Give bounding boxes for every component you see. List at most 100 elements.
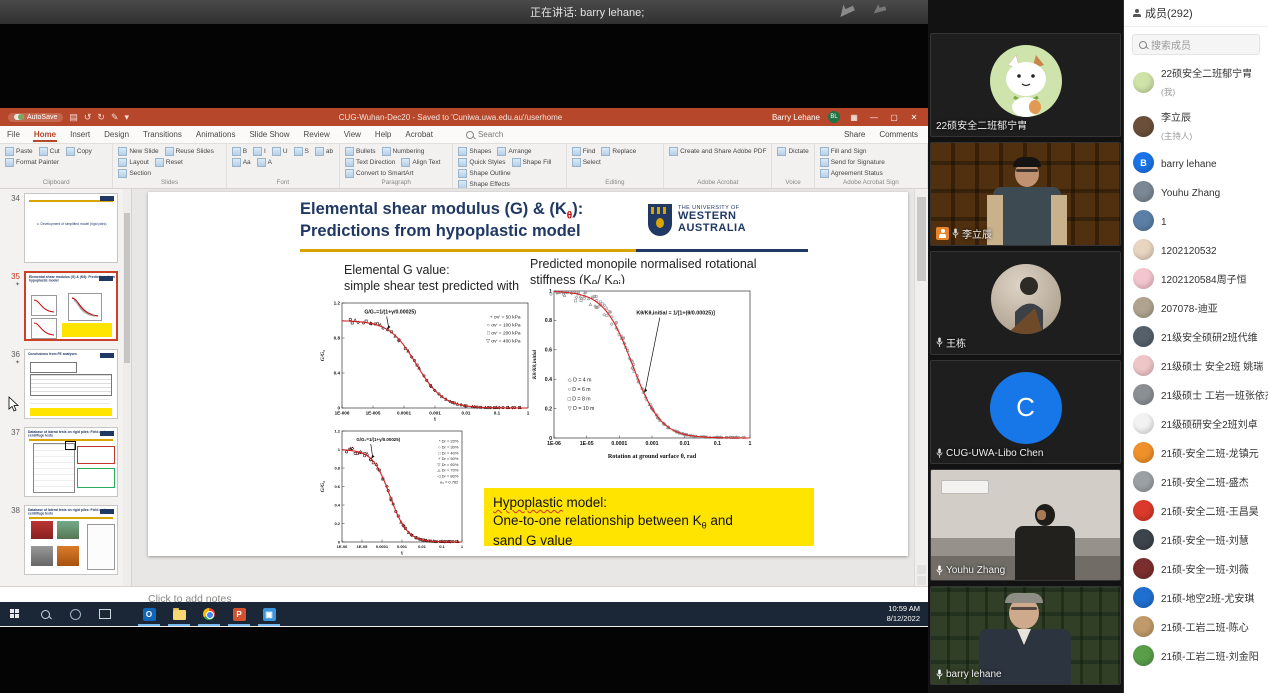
ribbon-item[interactable]: Dictate xyxy=(777,147,808,156)
autosave-toggle[interactable]: AutoSave xyxy=(8,113,63,122)
taskbar-outlook-icon[interactable]: O xyxy=(134,602,164,626)
ribbon-item[interactable]: B xyxy=(232,147,247,156)
start-button[interactable] xyxy=(0,602,30,626)
ribbon-item[interactable]: New Slide xyxy=(118,147,158,156)
ribbon-item[interactable]: Create and Share Adobe PDF xyxy=(669,147,766,156)
ribbon-item[interactable]: Format Painter xyxy=(5,158,59,167)
ribbon-item[interactable]: Shape Fill xyxy=(512,158,552,167)
ribbon-item[interactable]: U xyxy=(272,147,288,156)
ribbon-options-icon[interactable]: ▦ xyxy=(848,113,860,122)
member-row[interactable]: 21硕-地空2班-尤安琪 xyxy=(1124,583,1268,612)
member-row[interactable]: 21硕-安全二班-盛杰 xyxy=(1124,467,1268,496)
ribbon-item[interactable]: Select xyxy=(572,158,601,167)
ribbon-item[interactable]: Find xyxy=(572,147,596,156)
ribbon-item[interactable]: Aa xyxy=(232,158,251,167)
member-row[interactable]: 21级硕士 安全2班 姚瑞 xyxy=(1124,351,1268,380)
ribbon-item[interactable]: Cut xyxy=(39,147,60,156)
undo-icon[interactable]: ↺ xyxy=(84,113,92,122)
member-row[interactable]: 21级硕研安全2班刘卓 xyxy=(1124,409,1268,438)
video-tile-4[interactable]: C CUG-UWA-Libo Chen xyxy=(930,360,1121,464)
tab-slide-show[interactable]: Slide Show xyxy=(242,128,296,141)
member-row[interactable]: 21硕-安全二班-龙镇元 xyxy=(1124,438,1268,467)
ppt-title-bar[interactable]: AutoSave ▤ ↺ ↻ ✎ ▾ CUG-Wuhan-Dec20 - Sav… xyxy=(0,108,928,126)
slide-thumbnail-37[interactable]: 37 Database of lateral tests on rigid pi… xyxy=(0,427,121,497)
ribbon-item[interactable]: S xyxy=(294,147,309,156)
ribbon-item[interactable]: Agreement Status xyxy=(820,169,883,178)
taskbar-photos-icon[interactable]: ▣ xyxy=(254,602,284,626)
slide-canvas[interactable]: Elemental shear modulus (G) & (Kθ): Pred… xyxy=(148,192,908,556)
slide-thumbnail-38[interactable]: 38 Database of lateral tests on rigid pi… xyxy=(0,505,121,575)
thumbnail-scrollbar[interactable] xyxy=(123,189,131,586)
ribbon-item[interactable]: Fill and Sign xyxy=(820,147,867,156)
member-row[interactable]: 21硕-安全二班-王昌昊 xyxy=(1124,496,1268,525)
minimize-button[interactable]: — xyxy=(868,113,880,122)
taskbar-powerpoint-icon[interactable]: P xyxy=(224,602,254,626)
tab-animations[interactable]: Animations xyxy=(189,128,243,141)
member-row[interactable]: B barry lehane xyxy=(1124,148,1268,177)
cortana-icon[interactable] xyxy=(60,602,90,626)
ribbon-item[interactable]: Shape Outline xyxy=(458,169,510,178)
tab-design[interactable]: Design xyxy=(97,128,136,141)
redo-icon[interactable]: ↻ xyxy=(97,113,105,122)
ribbon-item[interactable]: Replace xyxy=(601,147,636,156)
ribbon-item[interactable]: I xyxy=(253,147,266,156)
member-list[interactable]: 22硕安全二班郁宁胄 (我) 李立辰 (主持人) B barry leha xyxy=(1124,60,1268,670)
taskbar-file-explorer-icon[interactable] xyxy=(164,602,194,626)
ribbon-item[interactable]: Section xyxy=(118,169,151,178)
pen-icon[interactable]: ✎ xyxy=(111,113,119,122)
previous-slide-button[interactable] xyxy=(917,565,926,574)
member-row[interactable]: 21硕-安全一班-刘薇 xyxy=(1124,554,1268,583)
ribbon-item[interactable]: Arrange xyxy=(497,147,531,156)
ribbon-item[interactable]: Reuse Slides xyxy=(165,147,214,156)
ribbon-item[interactable]: Quick Styles xyxy=(458,158,505,167)
tab-view[interactable]: View xyxy=(337,128,368,141)
member-row[interactable]: 李立辰 (主持人) xyxy=(1124,104,1268,148)
video-tile-1[interactable]: 22硕安全二班郁宁胄 xyxy=(930,33,1121,137)
slide-scrollbar[interactable] xyxy=(914,189,928,586)
share-button[interactable]: Share xyxy=(844,130,865,139)
ribbon-item[interactable]: Reset xyxy=(155,158,183,167)
slide-thumbnail-34[interactable]: 34 c. Development of simplified model (r… xyxy=(0,193,121,263)
tab-insert[interactable]: Insert xyxy=(63,128,97,141)
member-row[interactable]: Youhu Zhang xyxy=(1124,177,1268,206)
task-view-icon[interactable] xyxy=(90,602,120,626)
ribbon-item[interactable]: Align Text xyxy=(401,158,440,167)
ribbon-item[interactable]: Bullets xyxy=(345,147,376,156)
ribbon-item[interactable]: Shapes xyxy=(458,147,491,156)
next-slide-button[interactable] xyxy=(917,576,926,585)
ribbon-item[interactable]: Send for Signature xyxy=(820,158,885,167)
taskbar-search-icon[interactable] xyxy=(30,602,60,626)
video-tile-6[interactable]: barry lehane xyxy=(930,586,1121,685)
ribbon-item[interactable]: Numbering xyxy=(382,147,425,156)
member-row[interactable]: 22硕安全二班郁宁胄 (我) xyxy=(1124,60,1268,104)
save-icon[interactable]: ▤ xyxy=(69,113,78,122)
account-name[interactable]: Barry Lehane xyxy=(772,113,820,122)
tab-home[interactable]: Home xyxy=(27,128,63,141)
member-row[interactable]: 1202120532 xyxy=(1124,235,1268,264)
taskbar-chrome-icon[interactable] xyxy=(194,602,224,626)
ribbon-item[interactable]: Convert to SmartArt xyxy=(345,169,413,178)
member-row[interactable]: 1 xyxy=(1124,206,1268,235)
ribbon-item[interactable]: Layout xyxy=(118,158,149,167)
member-search-input[interactable]: 搜索成员 xyxy=(1132,34,1260,55)
annotation-arrow-icon[interactable] xyxy=(835,2,857,18)
taskbar-clock[interactable]: 10:59 AM 8/12/2022 xyxy=(887,604,928,624)
search-box[interactable]: Search xyxy=(466,130,503,139)
member-row[interactable]: 207078-迪亚 xyxy=(1124,293,1268,322)
member-row[interactable]: 21级安全硕研2班代维 xyxy=(1124,322,1268,351)
account-avatar[interactable]: BL xyxy=(828,111,840,123)
close-button[interactable]: ✕ xyxy=(908,113,920,122)
tab-help[interactable]: Help xyxy=(368,128,398,141)
tab-review[interactable]: Review xyxy=(296,128,336,141)
slide-thumbnail-panel[interactable]: 34 c. Development of simplified model (r… xyxy=(0,189,132,586)
video-tile-5[interactable]: Youhu Zhang xyxy=(930,469,1121,581)
maximize-button[interactable]: ▢ xyxy=(888,113,900,122)
tab-file[interactable]: File xyxy=(0,128,27,141)
ribbon-item[interactable]: Shape Effects xyxy=(458,180,509,189)
member-row[interactable]: 21硕-安全一班-刘慧 xyxy=(1124,525,1268,554)
member-row[interactable]: 21硕-工岩二班-陈心 xyxy=(1124,612,1268,641)
member-row[interactable]: 21级硕士 工岩一班张依杰 xyxy=(1124,380,1268,409)
ribbon-item[interactable]: Text Direction xyxy=(345,158,395,167)
member-row[interactable]: 21硕-工岩二班-刘金阳 xyxy=(1124,641,1268,670)
video-tile-3[interactable]: 王栋 xyxy=(930,251,1121,355)
